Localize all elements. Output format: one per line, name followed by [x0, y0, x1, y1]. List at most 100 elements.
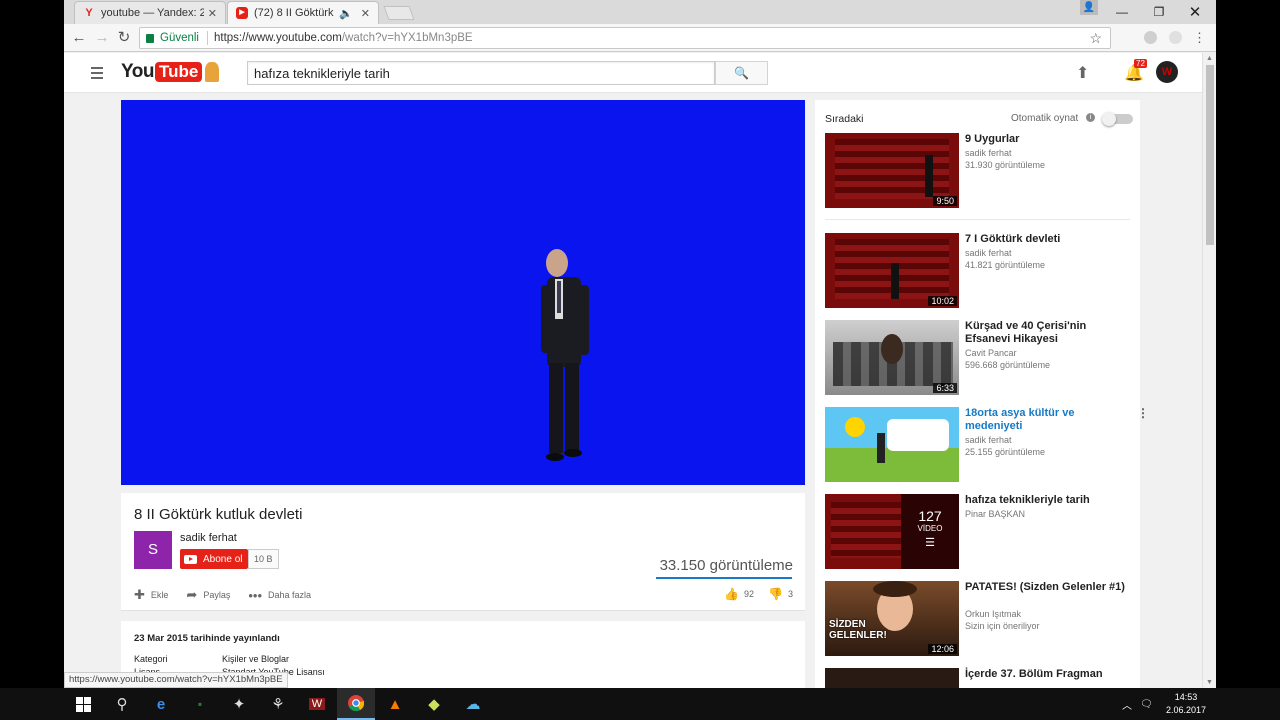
- close-tab-icon[interactable]: ✕: [361, 7, 370, 20]
- item-title[interactable]: hafıza teknikleriyle tarih: [965, 494, 1125, 507]
- scroll-down-icon[interactable]: ▼: [1206, 679, 1213, 686]
- thumbs-down-icon[interactable]: 👎: [768, 587, 783, 601]
- playlist-label: VİDEO: [917, 524, 943, 533]
- share-button[interactable]: ➦ Paylaş: [186, 587, 230, 603]
- tray-chevron-icon[interactable]: ︿: [1122, 688, 1132, 720]
- cloud-icon[interactable]: ☁: [454, 688, 492, 720]
- item-channel[interactable]: sadik ferhat: [965, 435, 1012, 445]
- share-icon: ➦: [186, 587, 198, 602]
- extension-icon[interactable]: [1169, 31, 1182, 44]
- youtube-logo[interactable]: You Tube: [121, 61, 220, 83]
- dislike-count: 3: [787, 589, 793, 599]
- list-item[interactable]: 9:50 9 Uygurlar sadik ferhat 31.930 görü…: [825, 133, 1135, 208]
- list-item[interactable]: 127 VİDEO ☰ hafıza teknikleriyle tarih P…: [825, 494, 1135, 569]
- desktop: Y youtube — Yandex: 2492 ✕ ▶ (72) 8 II G…: [0, 0, 1280, 720]
- list-item[interactable]: SİZDEN GELENLER! 12:06 PATATES! (Sizden …: [825, 581, 1135, 656]
- list-item[interactable]: 10:02 7 I Göktürk devleti sadik ferhat 4…: [825, 233, 1135, 308]
- browser-menu-icon[interactable]: ⋮: [1193, 30, 1206, 46]
- secure-indicator[interactable]: Güvenli: [146, 32, 199, 44]
- notification-center-icon[interactable]: 🗨: [1140, 688, 1153, 720]
- video-thumbnail[interactable]: SİZDEN GELENLER! 12:06: [825, 581, 959, 656]
- yandex-icon: Y: [85, 7, 93, 19]
- edge-icon[interactable]: e: [142, 688, 180, 720]
- item-channel[interactable]: Pinar BAŞKAN: [965, 509, 1025, 519]
- logo-tube: Tube: [154, 62, 203, 82]
- hamburger-menu-icon[interactable]: [91, 67, 103, 82]
- item-title[interactable]: İçerde 37. Bölüm Fragman: [965, 668, 1125, 681]
- account-avatar[interactable]: W: [1156, 61, 1178, 83]
- scroll-thumb[interactable]: [1206, 65, 1214, 245]
- profile-icon[interactable]: 👤: [1080, 0, 1098, 15]
- status-bar-url: https://www.youtube.com/watch?v=hYX1bMn3…: [64, 672, 288, 688]
- item-title[interactable]: 9 Uygurlar: [965, 133, 1125, 146]
- search-button[interactable]: 🔍: [715, 61, 768, 85]
- app-icon[interactable]: ✦: [220, 688, 258, 720]
- bookmark-star-icon[interactable]: ☆: [1089, 30, 1102, 47]
- taskbar-clock[interactable]: 14:53 2.06.2017: [1158, 691, 1214, 717]
- playlist-thumbnail[interactable]: 127 VİDEO ☰: [825, 494, 959, 569]
- address-bar[interactable]: Güvenli https://www.youtube.com/watch?v=…: [139, 27, 1111, 49]
- info-icon[interactable]: i: [1086, 113, 1095, 122]
- windows-logo-icon: [75, 696, 91, 712]
- youtube-favicon-icon: ▶: [236, 7, 248, 19]
- item-title[interactable]: PATATES! (Sizden Gelenler #1): [965, 581, 1125, 594]
- video-thumbnail[interactable]: 9:50: [825, 133, 959, 208]
- tab-youtube[interactable]: ▶ (72) 8 II Göktürk kutlu 🔈 ✕: [227, 1, 379, 24]
- thumbs-up-icon[interactable]: 👍: [724, 587, 739, 601]
- video-title: 8 II Göktürk kutluk devleti: [134, 506, 303, 523]
- search-icon[interactable]: ⚲: [103, 688, 141, 720]
- item-menu-icon[interactable]: ⋮: [1137, 406, 1149, 420]
- video-thumbnail[interactable]: [825, 407, 959, 482]
- video-thumbnail[interactable]: 6:33: [825, 320, 959, 395]
- chrome-icon[interactable]: [337, 688, 375, 720]
- url-text[interactable]: https://www.youtube.com/watch?v=hYX1bMn3…: [214, 32, 473, 44]
- back-icon[interactable]: ←: [69, 28, 89, 48]
- app-icon[interactable]: ◆: [415, 688, 453, 720]
- vlc-icon[interactable]: ▲: [376, 688, 414, 720]
- app-icon[interactable]: ⚘: [259, 688, 297, 720]
- channel-avatar[interactable]: S: [134, 531, 172, 569]
- list-item[interactable]: 18orta asya kültür ve medeniyeti sadik f…: [825, 406, 1149, 482]
- app-icon[interactable]: W: [298, 688, 336, 720]
- add-to-button[interactable]: ✚ Ekle: [134, 587, 168, 603]
- subscribe-button[interactable]: Abone ol: [180, 549, 249, 569]
- tab-yandex[interactable]: Y youtube — Yandex: 2492 ✕: [74, 1, 226, 24]
- close-window-icon[interactable]: ✕: [1177, 0, 1213, 24]
- new-tab-button[interactable]: [383, 6, 415, 20]
- more-label: Daha fazla: [268, 590, 312, 600]
- video-player[interactable]: [121, 100, 805, 485]
- extension-icon[interactable]: [1144, 31, 1157, 44]
- start-button[interactable]: [64, 688, 102, 720]
- item-channel[interactable]: Cavit Pancar: [965, 348, 1017, 358]
- watch-page: 8 II Göktürk kutluk devleti S sadik ferh…: [64, 93, 1202, 688]
- forward-icon[interactable]: →: [92, 28, 112, 48]
- speaker-icon[interactable]: 🔈: [339, 7, 353, 20]
- category-value[interactable]: Kişiler ve Bloglar: [222, 654, 289, 664]
- video-thumbnail[interactable]: [825, 668, 959, 688]
- item-title[interactable]: 18orta asya kültür ve medeniyeti: [965, 407, 1125, 433]
- channel-name[interactable]: sadik ferhat: [180, 532, 237, 544]
- video-thumbnail[interactable]: 10:02: [825, 233, 959, 308]
- list-item[interactable]: 6:33 Kürşad ve 40 Çerisi'nin Efsanevi Hi…: [825, 320, 1135, 395]
- thumbnail-text: SİZDEN GELENLER!: [829, 619, 887, 641]
- minimize-icon[interactable]: —: [1104, 0, 1140, 24]
- up-next-heading: Sıradaki: [825, 113, 864, 125]
- item-channel[interactable]: sadik ferhat: [965, 248, 1012, 258]
- search-input[interactable]: hafıza teknikleriyle tarih: [247, 61, 715, 85]
- item-title[interactable]: Kürşad ve 40 Çerisi'nin Efsanevi Hikayes…: [965, 320, 1125, 346]
- close-tab-icon[interactable]: ✕: [208, 7, 217, 20]
- autoplay-toggle[interactable]: [1102, 112, 1133, 126]
- page-scrollbar[interactable]: ▲ ▼: [1202, 53, 1216, 688]
- item-views: 25.155 görüntüleme: [965, 447, 1046, 457]
- scroll-up-icon[interactable]: ▲: [1206, 55, 1213, 62]
- upload-icon[interactable]: ⬆: [1076, 63, 1089, 83]
- item-channel[interactable]: Orkun Işıtmak: [965, 609, 1021, 619]
- list-item[interactable]: İçerde 37. Bölüm Fragman: [825, 668, 1135, 688]
- app-icon[interactable]: ▪: [181, 688, 219, 720]
- restore-icon[interactable]: ❐: [1141, 0, 1177, 24]
- item-channel[interactable]: sadik ferhat: [965, 148, 1012, 158]
- item-title[interactable]: 7 I Göktürk devleti: [965, 233, 1125, 246]
- reload-icon[interactable]: ↻: [114, 28, 134, 48]
- notification-badge: 72: [1134, 59, 1147, 68]
- more-button[interactable]: ••• Daha fazla: [248, 588, 311, 603]
